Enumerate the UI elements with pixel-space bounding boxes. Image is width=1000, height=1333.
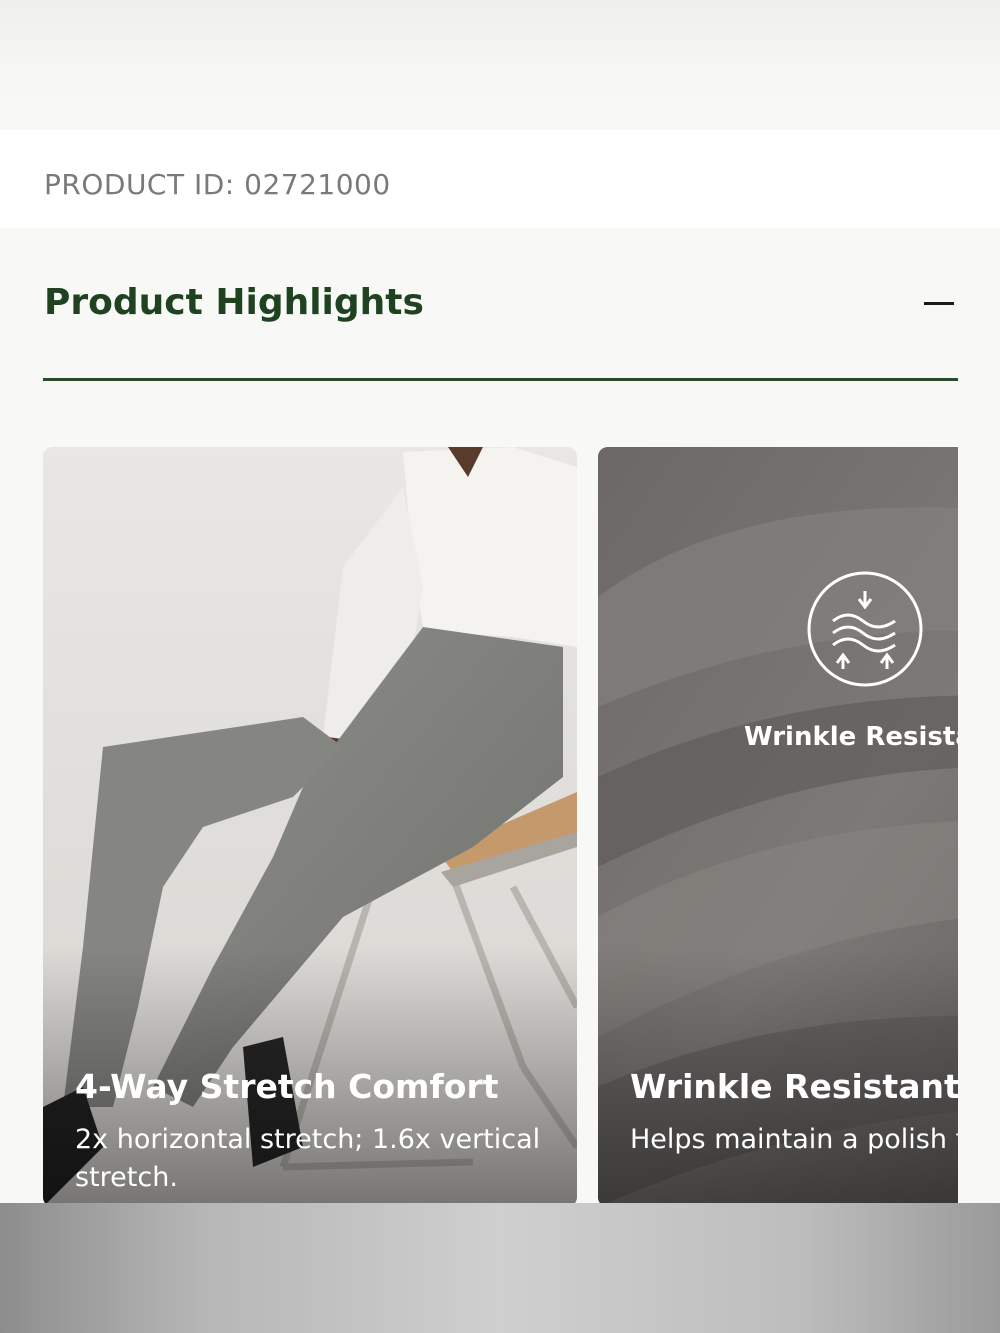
highlight-card-wrinkle[interactable]: Wrinkle Resista Wrinkle Resistant Helps …: [598, 447, 958, 1207]
card-title: Wrinkle Resistant: [630, 1067, 958, 1106]
badge-label: Wrinkle Resista: [744, 722, 958, 752]
card-description: Helps maintain a polish through long hou…: [630, 1124, 958, 1155]
product-highlights-header[interactable]: Product Highlights: [44, 278, 958, 338]
highlights-carousel[interactable]: 4-Way Stretch Comfort 2x horizontal stre…: [43, 447, 958, 1207]
highlight-card-stretch[interactable]: 4-Way Stretch Comfort 2x horizontal stre…: [43, 447, 577, 1207]
product-highlights-title: Product Highlights: [44, 282, 424, 323]
bottom-fade: [0, 1203, 1000, 1333]
collapse-button[interactable]: [908, 278, 958, 328]
product-id: PRODUCT ID: 02721000: [44, 168, 391, 201]
top-banner: [0, 0, 1000, 130]
card-title: 4-Way Stretch Comfort: [75, 1067, 499, 1106]
minus-icon: [924, 302, 954, 305]
product-id-section: PRODUCT ID: 02721000: [0, 130, 1000, 228]
card-description: 2x horizontal stretch; 1.6x vertical str…: [75, 1124, 541, 1193]
section-divider: [43, 378, 958, 381]
